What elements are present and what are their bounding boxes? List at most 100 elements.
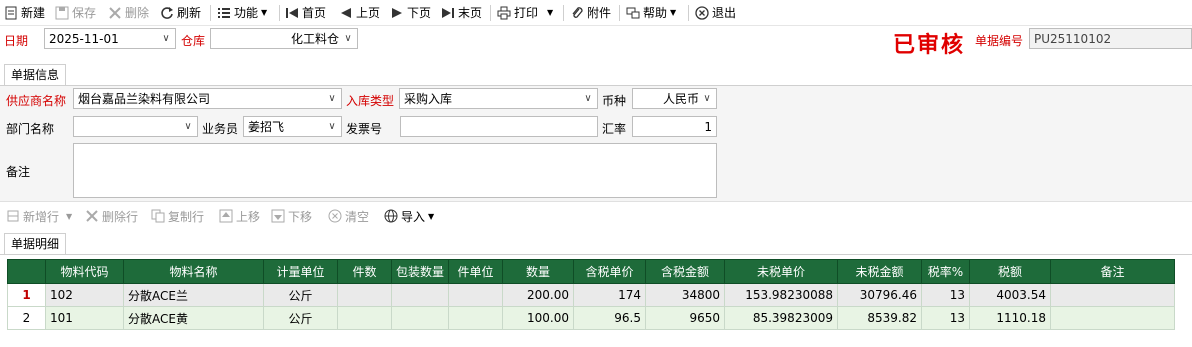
new-button[interactable]: 新建	[4, 3, 45, 22]
tax-amount-cell[interactable]: 9650	[645, 306, 725, 330]
add-row-button[interactable]: 新增行 ▼	[6, 207, 72, 225]
net-amount-cell[interactable]: 30796.46	[837, 283, 922, 307]
print-button[interactable]: 打印 ▼	[497, 3, 553, 22]
row-index[interactable]: 1	[7, 283, 46, 307]
rate-label: 汇率	[602, 122, 627, 136]
column-header[interactable]: 含税金额	[645, 259, 725, 284]
date-picker[interactable]: 2025-11-01 ∨	[44, 28, 176, 49]
remark-cell[interactable]	[1050, 306, 1175, 330]
clear-button[interactable]: 清空	[328, 207, 369, 225]
remark-textarea[interactable]	[73, 143, 717, 198]
column-header[interactable]: 含税单价	[573, 259, 646, 284]
currency-select[interactable]: 人民币 ∨	[632, 88, 717, 109]
column-header[interactable]: 备注	[1050, 259, 1175, 284]
next-page-button[interactable]: 下页	[390, 3, 431, 22]
import-label: 导入	[401, 209, 426, 224]
print-dropdown-caret-icon[interactable]: ▼	[547, 8, 553, 17]
attachment-button[interactable]: 附件	[570, 3, 611, 22]
supplier-value: 烟台嘉品兰染料有限公司	[78, 92, 211, 106]
caret-down-icon: ▼	[670, 8, 677, 17]
tab-divider	[0, 254, 1192, 255]
column-header[interactable]: 件单位	[448, 259, 503, 284]
tax-price-cell[interactable]: 96.5	[573, 306, 646, 330]
copy-row-label: 复制行	[168, 209, 205, 224]
function-label: 功能	[234, 6, 259, 20]
column-header[interactable]: 税额	[969, 259, 1051, 284]
add-row-icon	[6, 209, 20, 223]
table-row[interactable]: 2 101 分散ACE黄 公斤 100.00 96.5 9650 85.3982…	[7, 306, 1175, 330]
column-header[interactable]: 税率%	[921, 259, 970, 284]
function-menu-button[interactable]: 功能 ▼	[217, 3, 267, 22]
exit-button[interactable]: 退出	[695, 3, 736, 22]
qty-cell[interactable]: 200.00	[502, 283, 574, 307]
remark-cell[interactable]	[1050, 283, 1175, 307]
invoice-input[interactable]	[400, 116, 598, 137]
next-page-label: 下页	[407, 6, 432, 20]
material-name-cell[interactable]: 分散ACE黄	[123, 306, 264, 330]
refresh-button[interactable]: 刷新	[160, 3, 201, 22]
attachment-label: 附件	[587, 6, 612, 20]
delete-label: 删除	[125, 6, 150, 20]
material-name-cell[interactable]: 分散ACE兰	[123, 283, 264, 307]
delete-row-button[interactable]: 删除行	[85, 207, 138, 225]
pieces-cell[interactable]	[337, 306, 392, 330]
salesman-select[interactable]: 姜招飞 ∨	[243, 116, 342, 137]
piece-unit-cell[interactable]	[448, 283, 503, 307]
warehouse-select[interactable]: 化工料仓 ∨	[210, 28, 358, 49]
save-button[interactable]: 保存	[55, 3, 96, 22]
tax-rate-cell[interactable]: 13	[921, 306, 970, 330]
move-up-button[interactable]: 上移	[219, 207, 260, 225]
copy-row-button[interactable]: 复制行	[151, 207, 204, 225]
tab-detail[interactable]: 单据明细	[4, 233, 67, 255]
doc-no-label: 单据编号	[975, 34, 1024, 48]
help-button[interactable]: 帮助 ▼	[626, 3, 676, 22]
dept-select[interactable]: ∨	[73, 116, 198, 137]
qty-cell[interactable]: 100.00	[502, 306, 574, 330]
tax-rate-cell[interactable]: 13	[921, 283, 970, 307]
add-row-label: 新增行	[23, 209, 60, 224]
new-label: 新建	[21, 6, 46, 20]
net-price-cell[interactable]: 85.39823009	[724, 306, 838, 330]
move-down-button[interactable]: 下移	[271, 207, 312, 225]
material-code-cell[interactable]: 102	[45, 283, 124, 307]
first-page-button[interactable]: 首页	[285, 3, 326, 22]
unit-cell[interactable]: 公斤	[263, 306, 338, 330]
tax-price-cell[interactable]: 174	[573, 283, 646, 307]
doc-info-tabbar: 单据信息	[0, 61, 1192, 86]
column-header[interactable]: 件数	[337, 259, 392, 284]
unit-cell[interactable]: 公斤	[263, 283, 338, 307]
tax-cell[interactable]: 4003.54	[969, 283, 1051, 307]
column-header[interactable]: 物料名称	[123, 259, 264, 284]
column-header[interactable]: 计量单位	[263, 259, 338, 284]
material-code-cell[interactable]: 101	[45, 306, 124, 330]
net-amount-cell[interactable]: 8539.82	[837, 306, 922, 330]
column-header[interactable]: 物料代码	[45, 259, 124, 284]
detail-tabbar: 单据明细	[0, 230, 1192, 255]
tax-cell[interactable]: 1110.18	[969, 306, 1051, 330]
last-page-button[interactable]: 末页	[441, 3, 482, 22]
rate-input[interactable]: 1	[632, 116, 717, 137]
row-index[interactable]: 2	[7, 306, 46, 330]
salesman-label: 业务员	[202, 122, 239, 136]
prev-page-button[interactable]: 上页	[339, 3, 380, 22]
delete-button[interactable]: 删除	[108, 3, 149, 22]
column-header[interactable]: 未税金额	[837, 259, 922, 284]
tab-doc-info[interactable]: 单据信息	[4, 64, 67, 86]
audited-stamp: 已审核	[893, 32, 966, 58]
column-header[interactable]: 数量	[502, 259, 574, 284]
doc-no-field[interactable]: PU25110102	[1029, 28, 1192, 49]
table-row[interactable]: 1 102 分散ACE兰 公斤 200.00 174 34800 153.982…	[7, 283, 1175, 307]
refresh-label: 刷新	[177, 6, 202, 20]
chevron-down-icon: ∨	[344, 33, 352, 44]
pack-qty-cell[interactable]	[391, 306, 449, 330]
tax-amount-cell[interactable]: 34800	[645, 283, 725, 307]
column-header[interactable]: 包装数量	[391, 259, 449, 284]
net-price-cell[interactable]: 153.98230088	[724, 283, 838, 307]
supplier-select[interactable]: 烟台嘉品兰染料有限公司 ∨	[73, 88, 342, 109]
pieces-cell[interactable]	[337, 283, 392, 307]
inbound-type-select[interactable]: 采购入库 ∨	[399, 88, 598, 109]
piece-unit-cell[interactable]	[448, 306, 503, 330]
column-header[interactable]: 未税单价	[724, 259, 838, 284]
import-button[interactable]: 导入 ▼	[384, 207, 434, 225]
pack-qty-cell[interactable]	[391, 283, 449, 307]
